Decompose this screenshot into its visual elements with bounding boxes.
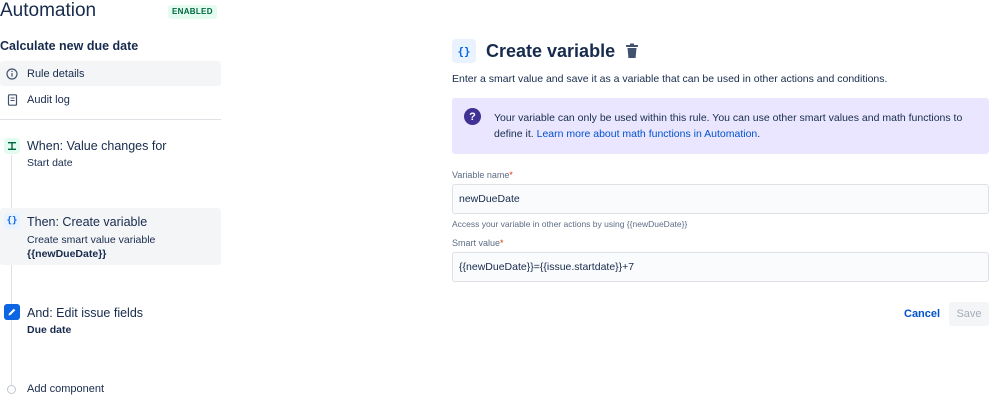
variable-icon: {} [452, 39, 476, 63]
info-message-text: Your variable can only be used within th… [494, 112, 963, 140]
panel-title: Create variable [486, 40, 616, 61]
step-subtitle: Due date [27, 324, 72, 336]
trigger-icon [4, 138, 20, 154]
rule-step-edit-issue[interactable]: And: Edit issue fields Due date [0, 300, 221, 340]
create-variable-panel: {} Create variable Enter a smart value a… [452, 0, 989, 412]
step-title: Then: Create variable [27, 215, 148, 229]
variable-name-input[interactable]: newDueDate [452, 184, 989, 214]
rule-timeline-line [11, 155, 12, 387]
save-button[interactable]: Save [949, 302, 989, 326]
add-component-label: Add component [27, 383, 105, 395]
panel-description: Enter a smart value and save it as a var… [452, 73, 888, 85]
panel-header: {} Create variable [452, 39, 639, 63]
rule-step-trigger[interactable]: When: Value changes for Start date [0, 134, 221, 178]
smart-value-input[interactable]: {{newDueDate}}={{issue.startdate}}+7 [452, 252, 989, 282]
step-title: When: Value changes for [27, 139, 167, 153]
math-functions-link[interactable]: Learn more about math functions in Autom… [537, 128, 758, 140]
variable-name-label: Variable name* [452, 170, 513, 180]
status-badge: ENABLED [168, 5, 217, 19]
app-title: Automation [0, 0, 97, 21]
question-icon: ? [464, 108, 481, 125]
step-variable-name: {{newDueDate}} [27, 248, 107, 260]
step-subtitle: Start date [27, 157, 73, 169]
sidebar-divider [0, 119, 221, 120]
add-component-button[interactable]: Add component [0, 381, 104, 397]
sidebar-item-rule-details[interactable]: Rule details [0, 61, 221, 86]
variable-name-helper: Access your variable in other actions by… [452, 219, 688, 229]
step-subtitle: Create smart value variable [27, 234, 156, 246]
rule-name: Calculate new due date [0, 39, 139, 53]
sidebar-item-audit-log[interactable]: Audit log [0, 87, 221, 112]
trash-icon[interactable] [625, 43, 639, 59]
document-icon [5, 93, 19, 107]
info-message: ? Your variable can only be used within … [452, 98, 989, 154]
smart-value-label: Smart value* [452, 238, 504, 248]
rule-sidebar: Automation ENABLED Calculate new due dat… [0, 0, 222, 412]
add-component-dot-icon [7, 384, 16, 394]
sidebar-item-label: Rule details [27, 67, 85, 80]
variable-icon: {} [4, 213, 20, 229]
cancel-button[interactable]: Cancel [898, 303, 946, 325]
sidebar-item-label: Audit log [27, 93, 70, 106]
rule-step-create-variable[interactable]: {} Then: Create variable Create smart va… [0, 208, 221, 265]
pencil-icon [4, 304, 20, 320]
info-icon [5, 67, 19, 81]
step-title: And: Edit issue fields [27, 306, 144, 320]
